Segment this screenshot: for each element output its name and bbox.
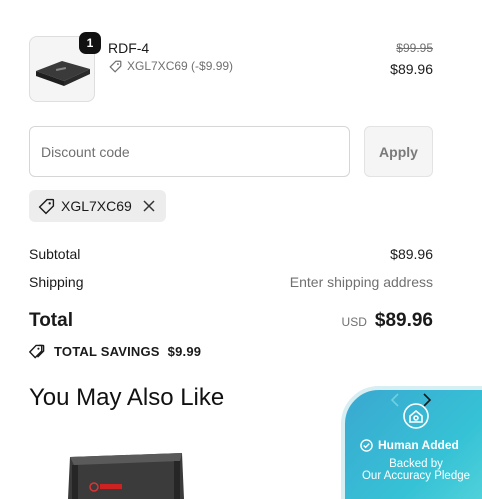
recommendations-title: You May Also Like bbox=[29, 384, 225, 411]
cart-line-item: 1 RDF-4 XGL7XC69 (-$9.99) $99.95 $89.96 bbox=[29, 32, 433, 102]
amplifier-image bbox=[36, 61, 90, 86]
chevron-left-icon[interactable] bbox=[388, 392, 402, 408]
trust-title: Human Added bbox=[360, 438, 459, 452]
close-icon[interactable] bbox=[142, 199, 156, 213]
quantity-badge: 1 bbox=[79, 32, 101, 54]
shipping-row: Shipping Enter shipping address bbox=[29, 274, 433, 290]
savings-value: $9.99 bbox=[167, 344, 202, 359]
compare-at-price: $99.95 bbox=[396, 41, 433, 55]
shipping-label: Shipping bbox=[29, 274, 84, 290]
line-price: $89.96 bbox=[390, 61, 433, 77]
total-amount: USD $89.96 bbox=[342, 310, 433, 332]
line-discount: XGL7XC69 (-$9.99) bbox=[109, 59, 233, 73]
product-name: RDF-4 bbox=[108, 40, 150, 56]
home-shield-icon bbox=[403, 403, 429, 429]
subtotal-label: Subtotal bbox=[29, 246, 81, 262]
line-discount-label: XGL7XC69 (-$9.99) bbox=[127, 59, 234, 73]
tag-icon bbox=[38, 198, 55, 214]
tag-icon bbox=[109, 60, 122, 73]
discount-code-input[interactable] bbox=[29, 126, 350, 177]
currency-code: USD bbox=[341, 315, 367, 329]
total-row: Total USD $89.96 bbox=[29, 310, 433, 332]
product-thumbnail: 1 bbox=[29, 32, 101, 102]
applied-discount-chip: XGL7XC69 bbox=[29, 190, 166, 222]
discount-form: Apply bbox=[29, 126, 433, 177]
trust-subtitle: Backed by bbox=[389, 458, 443, 470]
subtotal-row: Subtotal $89.96 bbox=[29, 246, 433, 262]
apply-button[interactable]: Apply bbox=[364, 126, 433, 177]
trust-subtitle-2: Our Accuracy Pledge bbox=[361, 470, 471, 482]
subtotal-value: $89.96 bbox=[390, 246, 433, 262]
trust-title-label: Human Added bbox=[378, 438, 459, 452]
total-label: Total bbox=[29, 310, 73, 331]
recommended-product-image[interactable] bbox=[66, 451, 186, 499]
tag-icon bbox=[29, 344, 45, 359]
savings-label: TOTAL SAVINGS bbox=[54, 344, 160, 359]
total-savings: TOTAL SAVINGS $9.99 bbox=[29, 344, 201, 359]
shipping-value: Enter shipping address bbox=[289, 274, 433, 290]
total-value: $89.96 bbox=[374, 310, 433, 331]
check-circle-icon bbox=[360, 438, 373, 452]
applied-code-label: XGL7XC69 bbox=[61, 198, 132, 214]
